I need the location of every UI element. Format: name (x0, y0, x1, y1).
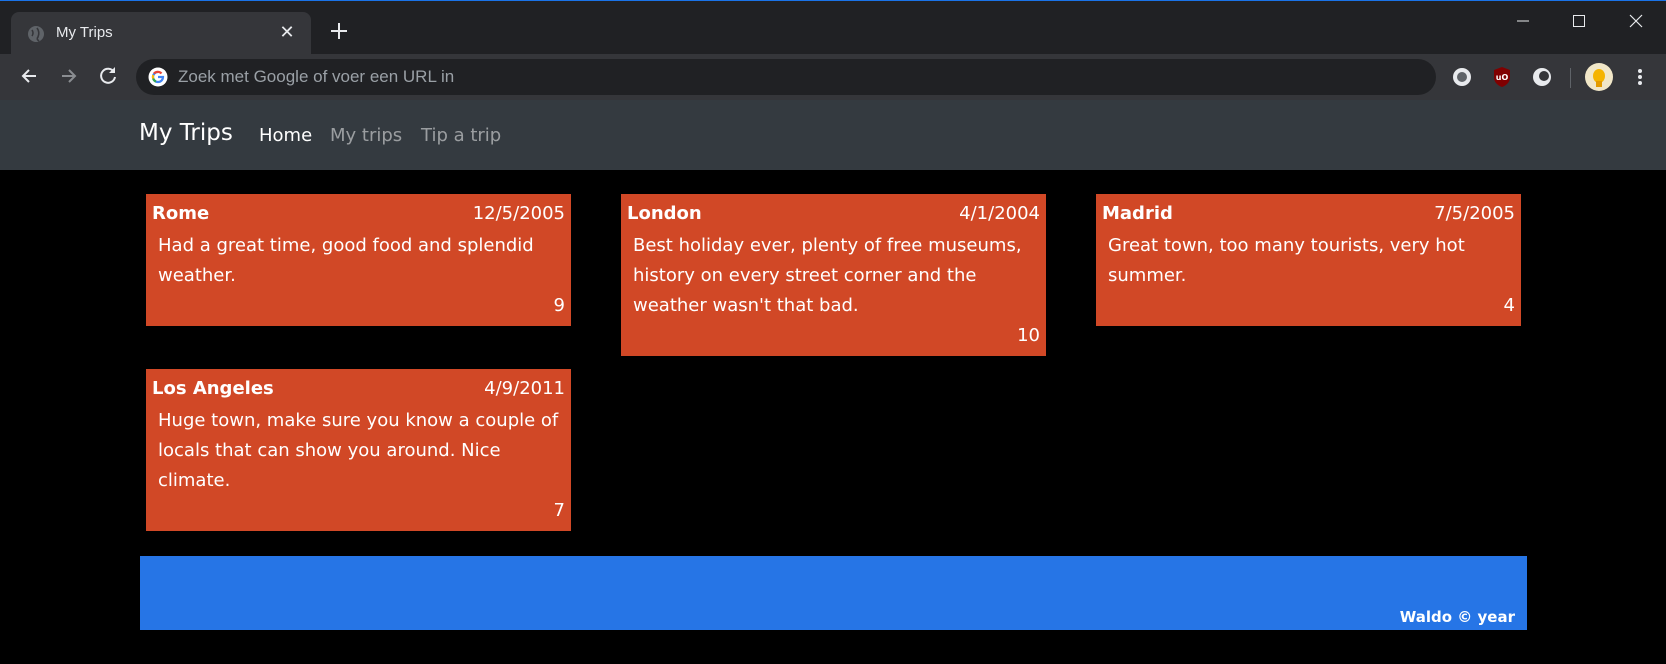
extension-moon-icon[interactable] (1530, 65, 1554, 89)
trip-rating: 9 (553, 295, 565, 316)
globe-icon (28, 26, 44, 42)
reload-icon[interactable] (94, 62, 122, 90)
trip-city: London (627, 203, 702, 224)
trip-card: Rome 12/5/2005 Had a great time, good fo… (146, 194, 571, 326)
browser-titlebar: My Trips ✕ (0, 0, 1666, 55)
trip-date: 4/9/2011 (484, 378, 565, 399)
nav-link-tip-a-trip[interactable]: Tip a trip (421, 125, 501, 146)
window-close-icon[interactable] (1616, 9, 1656, 33)
trip-card: London 4/1/2004 Best holiday ever, plent… (621, 194, 1046, 356)
trip-description: Best holiday ever, plenty of free museum… (633, 235, 1022, 316)
site-navbar: My Trips Home My trips Tip a trip (0, 100, 1666, 170)
avatar-icon[interactable] (1585, 63, 1613, 91)
trip-date: 12/5/2005 (472, 203, 565, 224)
plus-icon[interactable] (327, 19, 351, 43)
trip-card: Los Angeles 4/9/2011 Huge town, make sur… (146, 369, 571, 531)
arrow-left-icon[interactable] (15, 62, 43, 90)
browser-tab[interactable]: My Trips ✕ (11, 12, 311, 55)
nav-link-my-trips[interactable]: My trips (330, 125, 402, 146)
arrow-right-icon[interactable] (55, 62, 83, 90)
trip-date: 7/5/2005 (1434, 203, 1515, 224)
trip-city: Los Angeles (152, 378, 274, 399)
trip-city: Rome (152, 203, 210, 224)
tab-title: My Trips (56, 24, 113, 41)
toolbar-divider (1570, 68, 1571, 88)
maximize-icon[interactable] (1559, 9, 1599, 33)
trip-description: Had a great time, good food and splendid… (158, 235, 534, 286)
minimize-icon[interactable] (1503, 9, 1543, 33)
extension-circle-icon[interactable] (1450, 65, 1474, 89)
svg-text:uO: uO (1496, 73, 1509, 82)
trip-city: Madrid (1102, 203, 1173, 224)
trip-description: Huge town, make sure you know a couple o… (158, 410, 559, 491)
close-tab-icon[interactable]: ✕ (275, 21, 299, 45)
footer-text: Waldo © year (1399, 608, 1515, 626)
brand-link[interactable]: My Trips (139, 120, 233, 146)
address-bar[interactable]: Zoek met Google of voer een URL in (136, 59, 1436, 95)
trip-rating: 10 (1017, 325, 1040, 346)
page-footer: Waldo © year (140, 556, 1527, 630)
google-icon (148, 67, 168, 87)
trip-card: Madrid 7/5/2005 Great town, too many tou… (1096, 194, 1521, 326)
nav-link-home[interactable]: Home (259, 125, 312, 146)
trip-date: 4/1/2004 (959, 203, 1040, 224)
address-placeholder: Zoek met Google of voer een URL in (178, 67, 455, 86)
trip-rating: 4 (1503, 295, 1515, 316)
ublock-icon[interactable]: uO (1490, 65, 1514, 89)
trip-description: Great town, too many tourists, very hot … (1108, 235, 1465, 286)
kebab-menu-icon[interactable] (1628, 65, 1652, 89)
trip-rating: 7 (553, 500, 565, 521)
browser-toolbar: Zoek met Google of voer een URL in uO (0, 54, 1666, 100)
